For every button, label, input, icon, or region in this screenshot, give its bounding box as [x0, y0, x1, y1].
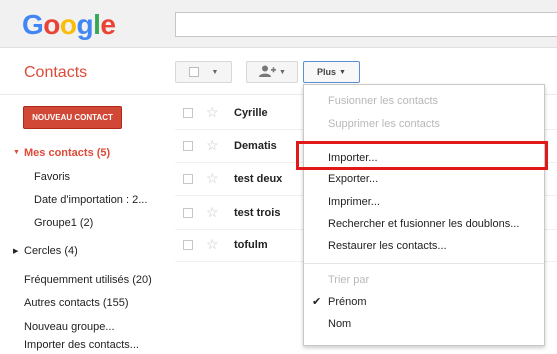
new-group-link[interactable]: Nouveau groupe... [24, 321, 115, 333]
menu-item-sort-first-name[interactable]: Prénom [328, 296, 367, 308]
more-dropdown-menu: Fusionner les contacts Supprimer les con… [303, 84, 545, 346]
add-to-group-button[interactable]: ▼ [246, 61, 298, 83]
row-checkbox[interactable] [183, 208, 193, 218]
highlight-box [296, 141, 548, 170]
contact-name: Cyrille [234, 107, 268, 119]
top-bar: Google [0, 0, 557, 48]
star-icon[interactable]: ☆ [206, 236, 219, 253]
sidebar-item-import-date[interactable]: Date d'importation : 2... [34, 194, 147, 206]
menu-separator [304, 263, 544, 264]
logo-letter: e [100, 9, 116, 40]
star-icon[interactable]: ☆ [206, 137, 219, 154]
chevron-down-icon: ▼ [279, 68, 286, 76]
menu-item-merge: Fusionner les contacts [328, 95, 439, 107]
select-button[interactable]: ▼ [175, 61, 232, 83]
logo-letter: o [43, 9, 60, 40]
menu-item-find-merge-duplicates[interactable]: Rechercher et fusionner les doublons... [328, 218, 519, 230]
sidebar-item-label: Mes contacts (5) [24, 147, 111, 159]
star-icon[interactable]: ☆ [206, 170, 219, 187]
sidebar-item-circles[interactable]: ▶ Cercles (4) [13, 245, 78, 257]
sidebar-item-my-contacts[interactable]: ▼ Mes contacts (5) [13, 147, 110, 159]
sidebar-item-favorites[interactable]: Favoris [34, 171, 70, 183]
sidebar-item-frequent[interactable]: Fréquemment utilisés (20) [24, 274, 152, 286]
star-icon[interactable]: ☆ [206, 104, 219, 121]
contact-name: tofulm [234, 239, 268, 251]
menu-item-print[interactable]: Imprimer... [328, 196, 380, 208]
menu-section-sort-by: Trier par [328, 274, 370, 286]
sidebar-item-other-contacts[interactable]: Autres contacts (155) [24, 297, 129, 309]
logo-letter: o [59, 9, 77, 40]
google-logo[interactable]: Google [22, 9, 116, 41]
checkbox-icon [188, 67, 199, 77]
add-person-icon [258, 65, 277, 79]
search-input[interactable] [175, 12, 557, 37]
sidebar-item-label: Cercles (4) [24, 245, 78, 257]
chevron-down-icon: ▼ [211, 68, 219, 76]
expand-down-icon: ▼ [13, 149, 20, 156]
menu-item-export[interactable]: Exporter... [328, 173, 378, 185]
expand-right-icon: ▶ [13, 248, 19, 255]
contact-name: test deux [234, 173, 283, 185]
row-checkbox[interactable] [183, 108, 193, 118]
star-icon[interactable]: ☆ [206, 204, 219, 221]
row-checkbox[interactable] [183, 141, 193, 151]
logo-letter: G [22, 9, 44, 40]
row-checkbox[interactable] [183, 174, 193, 184]
new-contact-button[interactable]: NOUVEAU CONTACT [23, 106, 122, 129]
more-button[interactable]: Plus ▼ [303, 61, 360, 83]
contact-name: test trois [234, 207, 281, 219]
import-contacts-link[interactable]: Importer des contacts... [24, 339, 139, 351]
chevron-down-icon: ▼ [339, 68, 346, 76]
sidebar-item-group1[interactable]: Groupe1 (2) [34, 217, 93, 229]
row-checkbox[interactable] [183, 240, 193, 250]
menu-item-sort-last-name[interactable]: Nom [328, 318, 351, 330]
more-button-label: Plus [317, 67, 337, 77]
app-title[interactable]: Contacts [24, 64, 87, 82]
logo-letter: g [76, 9, 94, 40]
contact-name: Dematis [234, 140, 277, 152]
menu-item-delete: Supprimer les contacts [328, 118, 440, 130]
checkmark-icon: ✔ [312, 296, 322, 308]
menu-item-restore[interactable]: Restaurer les contacts... [328, 240, 447, 252]
